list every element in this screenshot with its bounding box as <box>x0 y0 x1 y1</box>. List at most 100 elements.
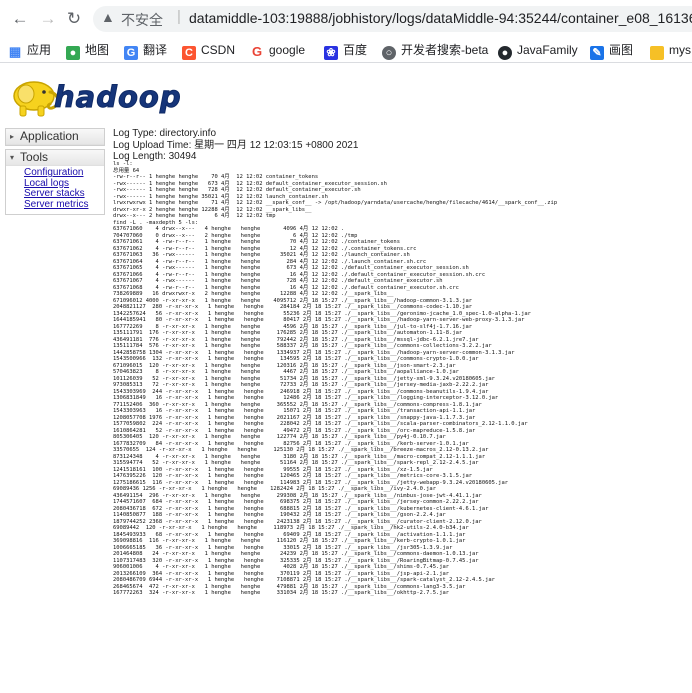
bookmark-folder[interactable]: mys <box>650 41 691 60</box>
log-line: 2048821127 280 -r-xr-xr-x 1 henghe hengh… <box>113 304 472 310</box>
log-line: 2080486709 6944 -r-xr-xr-x 1 henghe heng… <box>113 577 495 583</box>
forward-icon[interactable]: → <box>38 9 58 29</box>
log-line: 1845493933 68 -r-xr-xr-x 1 henghe henghe… <box>113 531 466 538</box>
log-line: 201464808 24 -r-xr-xr-x 1 henghe henghe … <box>113 551 479 557</box>
log-line: 2013266109 364 -r-xr-xr-x 1 henghe hengh… <box>113 570 450 577</box>
bookmark-csdn[interactable]: C CSDN <box>182 41 236 60</box>
bookmark-label: CSDN <box>201 43 236 57</box>
log-line: 637671068 4 -rw-r--r-- 1 henghe henghe 1… <box>113 284 459 291</box>
log-line: 637671066 4 -rw-r--r-- 1 henghe henghe 1… <box>113 271 486 278</box>
application-header[interactable]: ▸ Application <box>6 129 104 145</box>
address-bar[interactable]: ▲ 不安全 | datamiddle-103:19888/jobhistory/… <box>93 6 692 32</box>
baidu-icon: ❀ <box>324 46 338 60</box>
log-line: 369098816 116 -r-xr-xr-x 1 henghe henghe… <box>113 538 466 544</box>
tools-panel: ▾ Tools Configuration Local logs Server s… <box>5 149 105 215</box>
reload-icon[interactable]: ↻ <box>64 9 84 29</box>
log-line: 167772263 324 -r-xr-xr-x 1 henghe henghe… <box>113 590 450 596</box>
application-panel: ▸ Application <box>5 128 105 146</box>
warning-icon[interactable]: ▲ <box>101 9 115 25</box>
configuration-link[interactable]: Configuration <box>24 167 104 179</box>
log-line: 671096012 4000 -r-xr-xr-x 1 henghe hengh… <box>113 297 472 304</box>
log-line: 1140850877 188 -r-xr-xr-x 1 henghe hengh… <box>113 512 446 518</box>
log-line: 671096015 120 -r-xr-xr-x 1 henghe henghe… <box>113 362 456 369</box>
log-line: 771152406 360 -r-xr-xr-x 1 henghe henghe… <box>113 401 482 408</box>
log-line: 805306405 120 -r-xr-xr-x 1 henghe henghe… <box>113 434 446 440</box>
bookmark-baidu[interactable]: ❀ 百度 <box>324 41 368 60</box>
server-metrics-link[interactable]: Server metrics <box>24 199 104 211</box>
log-line: 268465674 472 -r-xr-xr-x 1 henghe henghe… <box>113 583 466 590</box>
log-line: 1275186615 116 -r-xr-xr-x 1 henghe hengh… <box>113 479 509 486</box>
log-type: Log Type: directory.info <box>113 128 217 139</box>
hadoop-wordmark: hadoop <box>54 80 182 115</box>
log-line: 738269889 16 drwxrwxr-x 2 henghe henghe … <box>113 291 394 297</box>
server-stacks-link[interactable]: Server stacks <box>24 188 104 200</box>
log-line: 315594774 52 -r-xr-xr-x 1 henghe henghe … <box>113 460 479 466</box>
list-item: Server stacks <box>24 188 104 200</box>
bookmark-javafamily[interactable]: ● JavaFamily <box>498 41 578 60</box>
apps-grid-icon: ▦ <box>8 44 22 59</box>
log-line: 637671065 4 -rwx------ 1 henghe henghe 6… <box>113 265 469 271</box>
log-line: 637671061 4 -rw-r--r-- 1 henghe henghe 7… <box>113 239 400 245</box>
log-line: ls -l: <box>113 161 133 167</box>
chevron-down-icon: ▾ <box>10 153 15 162</box>
translate-icon: G <box>124 46 138 60</box>
url-text[interactable]: datamiddle-103:19888/jobhistory/logs/dat… <box>189 10 692 26</box>
log-line: 1442858758 1304 -r-xr-xr-x 1 henghe heng… <box>113 349 515 356</box>
log-line: 135111784 576 -r-xr-xr-x 1 henghe henghe… <box>113 343 492 349</box>
folder-icon <box>650 46 664 60</box>
application-label: Application <box>20 129 79 143</box>
bookmark-dev-search[interactable]: ○ 开发者搜索-beta <box>382 41 488 60</box>
log-line: 101126039 52 -r-xr-xr-x 1 henghe henghe … <box>113 375 495 382</box>
log-line: 1342257624 56 -r-xr-xr-x 1 henghe henghe… <box>113 310 531 317</box>
log-line: 1476395226 120 -r-xr-xr-x 1 henghe hengh… <box>113 473 472 479</box>
back-icon[interactable]: ← <box>10 9 30 29</box>
log-line: 873124348 4 -r-xr-xr-x 1 henghe henghe 3… <box>113 453 486 460</box>
log-line: 167772269 8 -r-xr-xr-x 1 henghe henghe 4… <box>113 323 472 330</box>
tools-header[interactable]: ▾ Tools <box>6 150 104 166</box>
log-line: 637671063 36 -rwx------ 1 henghe henghe … <box>113 252 410 258</box>
log-line: 570463823 8 -r-xr-xr-x 1 henghe henghe 4… <box>113 369 459 375</box>
log-line: drwx--x--- 2 henghe henghe 6 4月 12 12:02… <box>113 213 276 219</box>
maps-icon: ● <box>66 46 80 60</box>
log-line: 973085313 72 -r-xr-xr-x 1 henghe henghe … <box>113 382 489 388</box>
tools-links: Configuration Local logs Server stacks S… <box>6 166 104 214</box>
log-line: 135111791 176 -r-xr-xr-x 1 henghe henghe… <box>113 330 463 336</box>
log-line: 637671062 4 -rw-r--r-- 1 henghe henghe 1… <box>113 245 417 252</box>
log-content: ls -l: 总用量 64 -rw-r--r-- 1 henghe henghe… <box>113 161 688 691</box>
bookmark-google[interactable]: Ggoogle <box>250 41 305 59</box>
bookmark-drawing[interactable]: ✎ 画图 <box>590 41 634 60</box>
log-line: 1577059802 224 -r-xr-xr-x 1 henghe hengh… <box>113 421 528 427</box>
log-line: 总用量 64 <box>113 167 140 174</box>
bookmark-label: 画图 <box>609 43 634 57</box>
log-line: 1241518161 100 -r-xr-xr-x 1 henghe hengh… <box>113 466 433 473</box>
list-item: Server metrics <box>24 199 104 211</box>
log-line: -rw-r--r-- 1 henghe henghe 70 4月 12 12:0… <box>113 174 319 180</box>
log-line: 637671067 4 -rwx------ 1 henghe henghe 7… <box>113 278 443 284</box>
bookmark-label: google <box>269 43 306 57</box>
separator: | <box>177 8 181 25</box>
bookmarks-bar: ▦ 应用 ● 地图 G 翻译 C CSDN Ggoogle ❀ 百度 ○ 开发者搜索-bet… <box>0 38 692 63</box>
log-line: 1543303969 244 -r-xr-xr-x 1 henghe hengh… <box>113 388 489 395</box>
bookmark-translate[interactable]: G 翻译 <box>124 41 168 60</box>
log-upload-time: Log Upload Time: 星期一 四月 12 12:03:15 +080… <box>113 139 359 151</box>
log-line: 1879744252 2368 -r-xr-xr-x 1 henghe heng… <box>113 518 482 525</box>
bookmark-label: 百度 <box>343 43 368 57</box>
list-item: Configuration <box>24 167 104 179</box>
browser-toolbar: ← → ↻ ▲ 不安全 | datamiddle-103:19888/jobhi… <box>0 0 692 39</box>
log-line: 436491154 296 -r-xr-xr-x 1 henghe henghe… <box>113 492 482 499</box>
bookmark-maps[interactable]: ● 地图 <box>66 41 109 60</box>
log-line: 1610864281 52 -r-xr-xr-x 1 henghe henghe… <box>113 427 476 434</box>
log-line: 1006665185 36 -r-xr-xr-x 1 henghe henghe… <box>113 544 453 551</box>
bookmark-apps[interactable]: ▦ 应用 <box>8 41 51 59</box>
log-line: 436491181 776 -r-xr-xr-x 1 henghe henghe… <box>113 336 479 343</box>
tools-label: Tools <box>20 150 49 164</box>
insecure-label[interactable]: 不安全 <box>121 10 163 30</box>
log-line: 69089436 1256 -r-xr-xr-x 1 henghe henghe… <box>113 486 436 492</box>
csdn-icon: C <box>182 46 196 60</box>
log-line: 704707060 0 drwx--x--- 2 henghe henghe 6… <box>113 232 358 239</box>
log-line: find -L . -maxdepth 5 -ls: <box>113 219 199 226</box>
log-line: 637671064 4 -rw-r--r-- 1 henghe henghe 2… <box>113 258 427 265</box>
bookmark-label: JavaFamily <box>517 43 578 57</box>
log-line: 1644185941 80 -r-xr-xr-x 1 henghe henghe… <box>113 317 525 323</box>
bookmark-label: 翻译 <box>143 43 168 57</box>
